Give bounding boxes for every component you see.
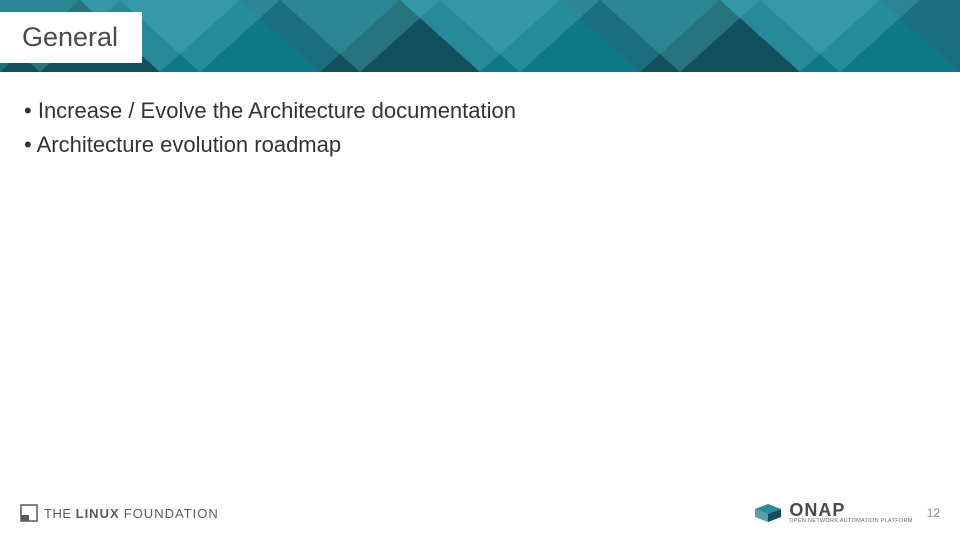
slide-footer: THE LINUX FOUNDATION ONAP OPEN NETWORK A… — [0, 492, 960, 540]
footer-right: ONAP OPEN NETWORK AUTOMATION PLATFORM 12 — [753, 501, 940, 525]
bullet-item: Architecture evolution roadmap — [24, 130, 936, 160]
page-number: 12 — [927, 506, 940, 520]
slide: General Increase / Evolve the Architectu… — [0, 0, 960, 540]
lf-foundation: FOUNDATION — [124, 506, 219, 521]
slide-title: General — [0, 12, 142, 63]
lf-linux: LINUX — [76, 506, 120, 521]
onap-name: ONAP — [789, 501, 912, 519]
onap-mark-icon — [753, 503, 783, 523]
onap-tagline: OPEN NETWORK AUTOMATION PLATFORM — [789, 519, 912, 525]
lf-the: THE — [44, 506, 72, 521]
header-pattern — [0, 0, 960, 72]
slide-body: Increase / Evolve the Architecture docum… — [24, 96, 936, 163]
bullet-item: Increase / Evolve the Architecture docum… — [24, 96, 936, 126]
lf-mark-icon — [20, 504, 38, 522]
linux-foundation-logo: THE LINUX FOUNDATION — [20, 504, 219, 522]
onap-logo: ONAP OPEN NETWORK AUTOMATION PLATFORM — [753, 501, 912, 525]
slide-header: General — [0, 0, 960, 72]
